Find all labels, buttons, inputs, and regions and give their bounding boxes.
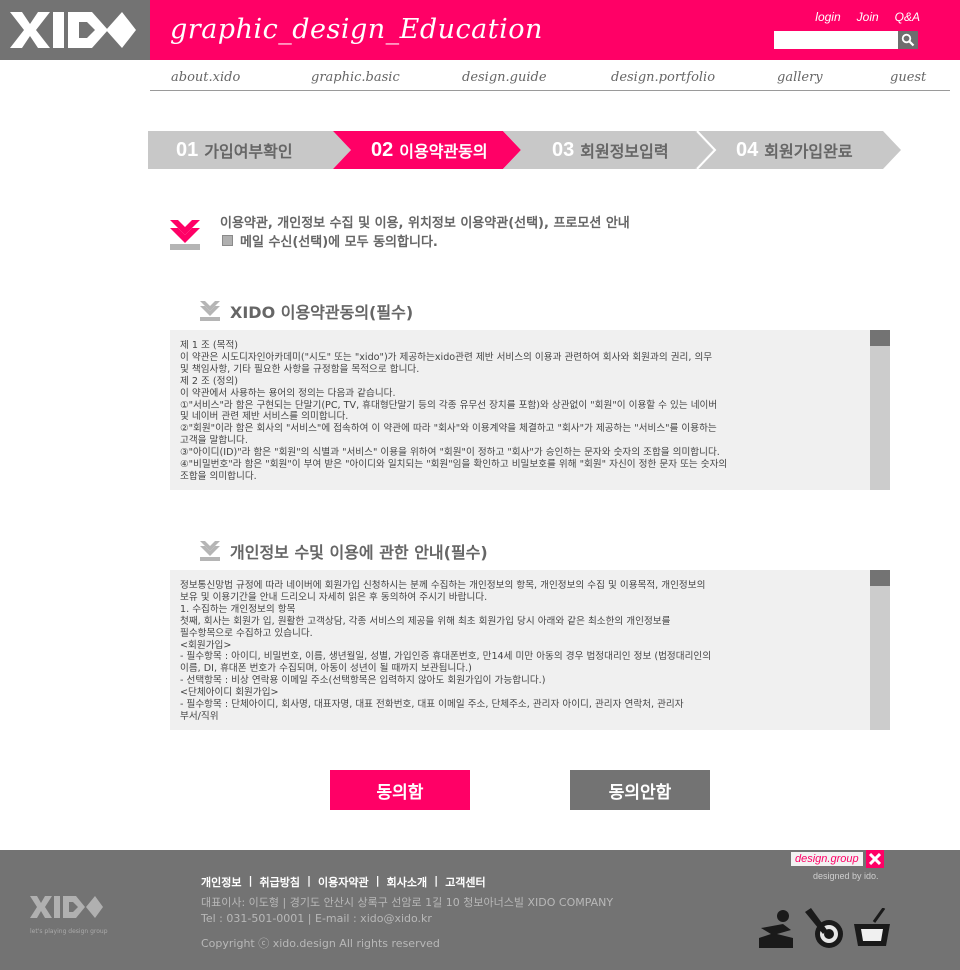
qna-link[interactable]: Q&A <box>895 10 920 24</box>
designed-by: designed by ido. <box>813 871 879 881</box>
terms1-scrollbar[interactable] <box>870 330 890 490</box>
terms2-text: 정보통신망법 규정에 따라 네이버에 회원가입 신청하시는 분께 수집하는 개인… <box>180 580 712 722</box>
nav-design-portfolio[interactable]: design.portfolio <box>611 70 715 85</box>
footer-link-support[interactable]: 고객센터 <box>445 874 485 890</box>
terms2-box[interactable]: 정보통신망법 규정에 따라 네이버에 회원가입 신청하시는 분께 수집하는 개인… <box>170 570 890 730</box>
footer-address: 대표이사: 이도형 | 경기도 안산시 상록구 선암로 1길 10 청보아너스빌… <box>201 896 614 909</box>
terms1-heading: XIDO 이용약관동의(필수) <box>200 299 413 323</box>
search-icon <box>901 33 915 47</box>
step-4: 04 회원가입완료 <box>736 138 853 162</box>
footer-copyright: Copyright ⓒ xido.design All rights reser… <box>201 937 440 950</box>
step-2-active: 02 이용약관동의 <box>371 138 488 162</box>
xido-logo-icon <box>10 12 136 48</box>
terms1-scroll-thumb[interactable] <box>870 330 890 346</box>
agree-all-text-2: 메일 수신(선택)에 모두 동의합니다. <box>222 231 438 250</box>
nav-about[interactable]: about.xido <box>171 70 240 85</box>
chevron-down-icon[interactable] <box>170 220 200 250</box>
agree-all-label: 메일 수신(선택)에 모두 동의합니다. <box>240 235 438 250</box>
login-link[interactable]: login <box>815 10 840 24</box>
page: graphic_design_Education login Join Q&A … <box>0 0 960 970</box>
terms2-heading: 개인정보 수및 이용에 관한 안내(필수) <box>200 539 488 563</box>
main-nav: about.xido graphic.basic design.guide de… <box>150 60 950 91</box>
footer-link-policy[interactable]: 취급방침 <box>260 874 300 890</box>
footer-links: 개인정보 | 취급방침 | 이용자약관 | 회사소개 | 고객센터 <box>201 874 486 890</box>
close-icon <box>865 850 884 868</box>
signup-steps: 01 가입여부확인 02 이용약관동의 03 회원정보입력 04 회원가입완료 <box>148 131 908 169</box>
terms1-text: 제 1 조 (목적) 이 약관은 시도디자인아카데미("시도" 또는 "xido… <box>180 340 728 482</box>
terms2-scroll-thumb[interactable] <box>870 570 890 586</box>
footer-link-terms[interactable]: 이용자약관 <box>318 874 369 890</box>
disagree-button[interactable]: 동의안함 <box>570 770 710 810</box>
footer-link-privacy[interactable]: 개인정보 <box>201 874 241 890</box>
chevron-down-icon <box>200 301 220 321</box>
nav-graphic-basic[interactable]: graphic.basic <box>311 70 400 85</box>
site-title: graphic_design_Education <box>170 14 543 45</box>
footer-link-about[interactable]: 회사소개 <box>387 874 427 890</box>
footer: let's playing design group 개인정보 | 취급방침 | 이… <box>0 850 960 970</box>
header-bar: graphic_design_Education login Join Q&A <box>150 0 960 60</box>
join-link[interactable]: Join <box>857 10 879 24</box>
design-group-label: design.group <box>791 852 863 866</box>
footer-logo[interactable]: let's playing design group <box>30 894 110 935</box>
terms1-box[interactable]: 제 1 조 (목적) 이 약관은 시도디자인아카데미("시도" 또는 "xido… <box>170 330 890 490</box>
top-links: login Join Q&A <box>815 10 920 24</box>
agree-all-checkbox[interactable] <box>222 235 233 246</box>
nav-gallery[interactable]: gallery <box>777 70 823 85</box>
design-group-badge[interactable]: design.group <box>791 850 884 868</box>
terms1-title: XIDO 이용약관동의(필수) <box>230 303 414 322</box>
xido-logo-icon <box>30 896 103 918</box>
nav-design-guide[interactable]: design.guide <box>462 70 547 85</box>
search-button[interactable] <box>898 31 918 49</box>
search-input[interactable] <box>774 31 900 49</box>
person-icon[interactable] <box>757 908 797 950</box>
terms2-scrollbar[interactable] <box>870 570 890 730</box>
chevron-down-icon <box>200 541 220 561</box>
step-1: 01 가입여부확인 <box>176 138 293 162</box>
agree-all-text-1: 이용약관, 개인정보 수집 및 이용, 위치정보 이용약관(선택), 프로모션 … <box>220 216 630 231</box>
nav-guest[interactable]: guest <box>890 70 926 85</box>
site-logo[interactable] <box>0 0 150 60</box>
agree-button[interactable]: 동의함 <box>330 770 470 810</box>
target-icon[interactable] <box>805 908 845 950</box>
terms2-title: 개인정보 수및 이용에 관한 안내(필수) <box>230 543 488 562</box>
step-3: 03 회원정보입력 <box>552 138 669 162</box>
footer-logo-tagline: let's playing design group <box>30 928 108 935</box>
footer-contact: Tel : 031-501-0001 | E-mail : xido@xido.… <box>201 912 432 925</box>
pot-icon[interactable] <box>852 908 892 950</box>
